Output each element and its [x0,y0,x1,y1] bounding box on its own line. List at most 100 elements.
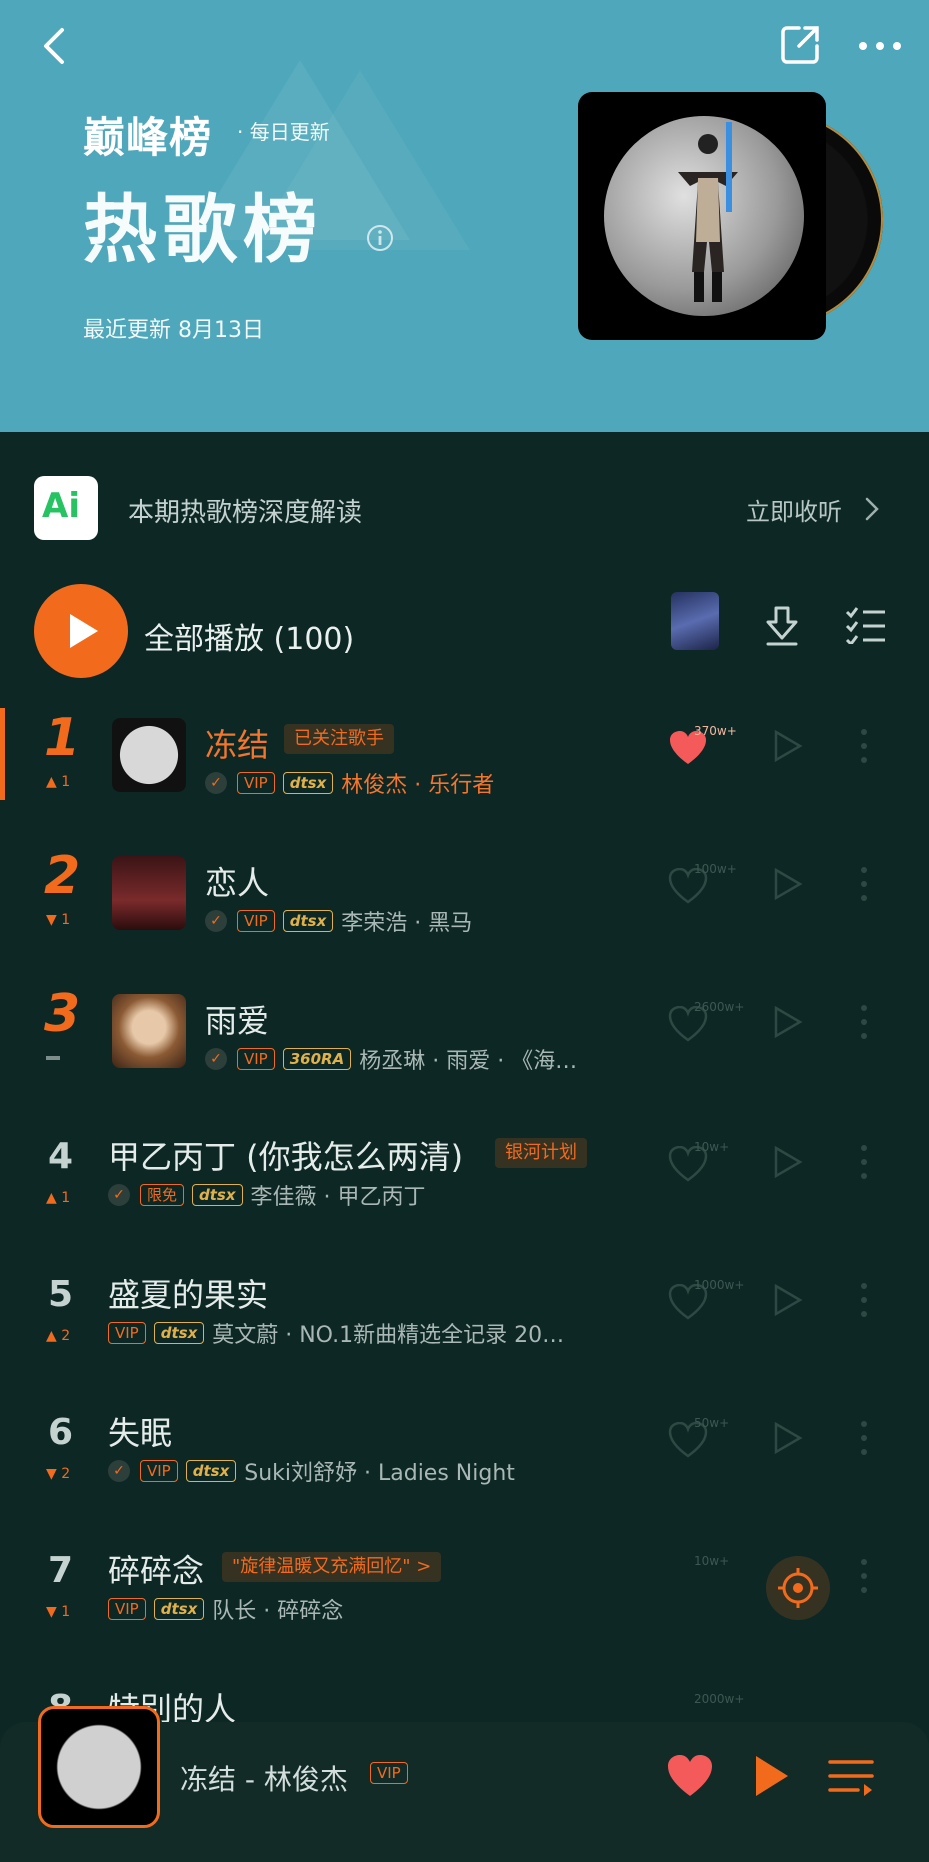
rank-trend: ▼ 1 [46,1604,70,1620]
ai-logo-text: Ai [42,486,80,526]
rank-number: 3 [44,984,81,1044]
artist-album: 李佳薇 · 甲乙丙丁 [250,1185,426,1210]
song-cover [112,994,186,1068]
song-meta: VIP dtsx 莫文蔚 · NO.1新曲精选全记录 20… [108,1318,564,1348]
rank-trend: ▼ 2 [46,1466,70,1482]
chart-header: 巅峰榜 · 每日更新 热歌榜 最近更新 8月13日 [0,0,929,432]
song-title: 雨爱 [205,1002,270,1040]
follow-tag: 已关注歌手 [284,724,394,754]
vip-badge: VIP [108,1598,146,1620]
more-vertical-icon[interactable] [860,866,868,902]
rank-number: 1 [44,708,81,768]
more-vertical-icon[interactable] [860,1144,868,1180]
now-playing-bar[interactable]: 冻结 - 林俊杰 VIP [0,1706,929,1862]
song-row[interactable]: 2 ▼ 1 恋人 ✓ VIP dtsx 李荣浩 · 黑马 100w+ [0,846,929,976]
song-row[interactable]: 3 雨爱 ✓ VIP 360RA 杨丞琳 · 雨爱 · 《海… 2600w+ [0,984,929,1114]
now-playing-cover[interactable] [38,1706,160,1828]
add-to-playlist-icon[interactable] [770,866,806,902]
like-count: 1000w+ [694,1278,745,1292]
like-count: 370w+ [694,724,737,738]
page-title: 热歌榜 [83,187,323,273]
download-icon[interactable] [762,604,802,648]
share-icon[interactable] [777,22,823,68]
add-to-playlist-icon[interactable] [770,728,806,764]
vip-badge: VIP [237,1048,275,1070]
play-icon[interactable] [752,1752,792,1800]
trend-up: ▲ 1 [46,774,71,790]
song-row[interactable]: 6 ▼ 2 失眠 ✓ VIP dtsx Suki刘舒妤 · Ladies Nig… [0,1400,929,1530]
galaxy-plan-tag: 银河计划 [495,1138,587,1168]
song-meta: VIP dtsx 队长 · 碎碎念 [108,1594,343,1624]
song-cover [112,856,186,930]
playlist-icon[interactable] [828,1756,874,1800]
ai-interpretation-row[interactable]: Ai 本期热歌榜深度解读 立即收听 [0,470,929,546]
rank-trend [46,1050,60,1066]
song-title: 恋人 [205,864,270,902]
more-vertical-icon[interactable] [860,1282,868,1318]
play-icon [70,614,98,648]
rank-number: 5 [48,1274,74,1315]
cover-image [578,92,826,340]
trend-down: ▼ 1 [46,912,71,928]
rank-number: 6 [48,1412,74,1453]
add-to-playlist-icon[interactable] [770,1282,806,1318]
song-row[interactable]: 1 ▲ 1 冻结 已关注歌手 ✓ VIP dtsx 林俊杰 · 乐行者 370w… [0,708,929,838]
free-badge: 限免 [140,1184,185,1206]
vip-badge: VIP [237,910,275,932]
play-all-row: 全部播放 (100) [0,584,929,680]
more-icon[interactable] [855,26,905,66]
play-all-label[interactable]: 全部播放 (100) [144,614,354,658]
mini-thumbnail[interactable] [671,592,719,650]
more-vertical-icon[interactable] [860,1558,868,1594]
song-row[interactable]: 4 ▲ 1 甲乙丙丁 (你我怎么两清) 银河计划 ✓ 限免 dtsx 李佳薇 ·… [0,1124,929,1254]
brand-name: 巅峰榜 [83,113,213,162]
playing-indicator [0,708,5,800]
song-row[interactable]: 5 ▲ 2 盛夏的果实 VIP dtsx 莫文蔚 · NO.1新曲精选全记录 2… [0,1262,929,1392]
song-cover [112,718,186,792]
multi-select-icon[interactable] [845,604,887,644]
back-icon[interactable] [36,24,76,68]
play-all-button[interactable] [34,584,128,678]
locate-icon [778,1568,818,1608]
ai-logo: Ai [34,476,98,540]
dtsx-badge: dtsx [192,1184,243,1206]
add-to-playlist-icon[interactable] [770,1144,806,1180]
song-meta: ✓ VIP dtsx Suki刘舒妤 · Ladies Night [108,1456,515,1486]
locate-current-button[interactable] [766,1556,830,1620]
add-to-playlist-icon[interactable] [770,1004,806,1040]
ai-interpretation-label: 本期热歌榜深度解读 [128,498,363,528]
more-vertical-icon[interactable] [860,728,868,764]
rank-number: 4 [48,1136,74,1177]
rank-number: 2 [44,846,81,906]
song-title: 盛夏的果实 [108,1276,269,1314]
song-title: 甲乙丙丁 (你我怎么两清) [108,1138,464,1176]
dtsx-badge: dtsx [153,1598,205,1620]
figure-image [678,122,738,302]
brand-subtitle: · 每日更新 [237,120,330,144]
listen-now-link[interactable]: 立即收听 [746,492,842,527]
recommend-tag[interactable]: "旋律温暖又充满回忆" > [222,1552,442,1582]
artist-album: Suki刘舒妤 · Ladies Night [244,1461,515,1486]
artist-album: 队长 · 碎碎念 [212,1599,344,1624]
more-vertical-icon[interactable] [860,1004,868,1040]
check-icon: ✓ [205,772,227,794]
360ra-badge: 360RA [282,1048,352,1070]
trend-flat [46,1056,60,1060]
chevron-right-icon [865,497,879,521]
artist-album: 杨丞琳 · 雨爱 · 《海… [359,1049,578,1074]
add-to-playlist-icon[interactable] [770,1420,806,1456]
like-count: 2000w+ [694,1692,745,1706]
check-icon: ✓ [108,1184,130,1206]
trend-down: ▼ 1 [46,1604,71,1620]
like-count: 2600w+ [694,1000,745,1014]
heart-icon[interactable] [666,1754,714,1798]
song-title: 失眠 [108,1414,173,1452]
info-icon[interactable] [366,224,394,252]
rank-trend: ▲ 1 [46,774,70,790]
more-vertical-icon[interactable] [860,1420,868,1456]
song-meta: ✓ VIP dtsx 李荣浩 · 黑马 [205,906,472,936]
rank-trend: ▲ 2 [46,1328,70,1344]
like-count: 10w+ [694,1554,730,1568]
song-meta: ✓ VIP dtsx 林俊杰 · 乐行者 [205,768,494,798]
like-count: 10w+ [694,1140,730,1154]
